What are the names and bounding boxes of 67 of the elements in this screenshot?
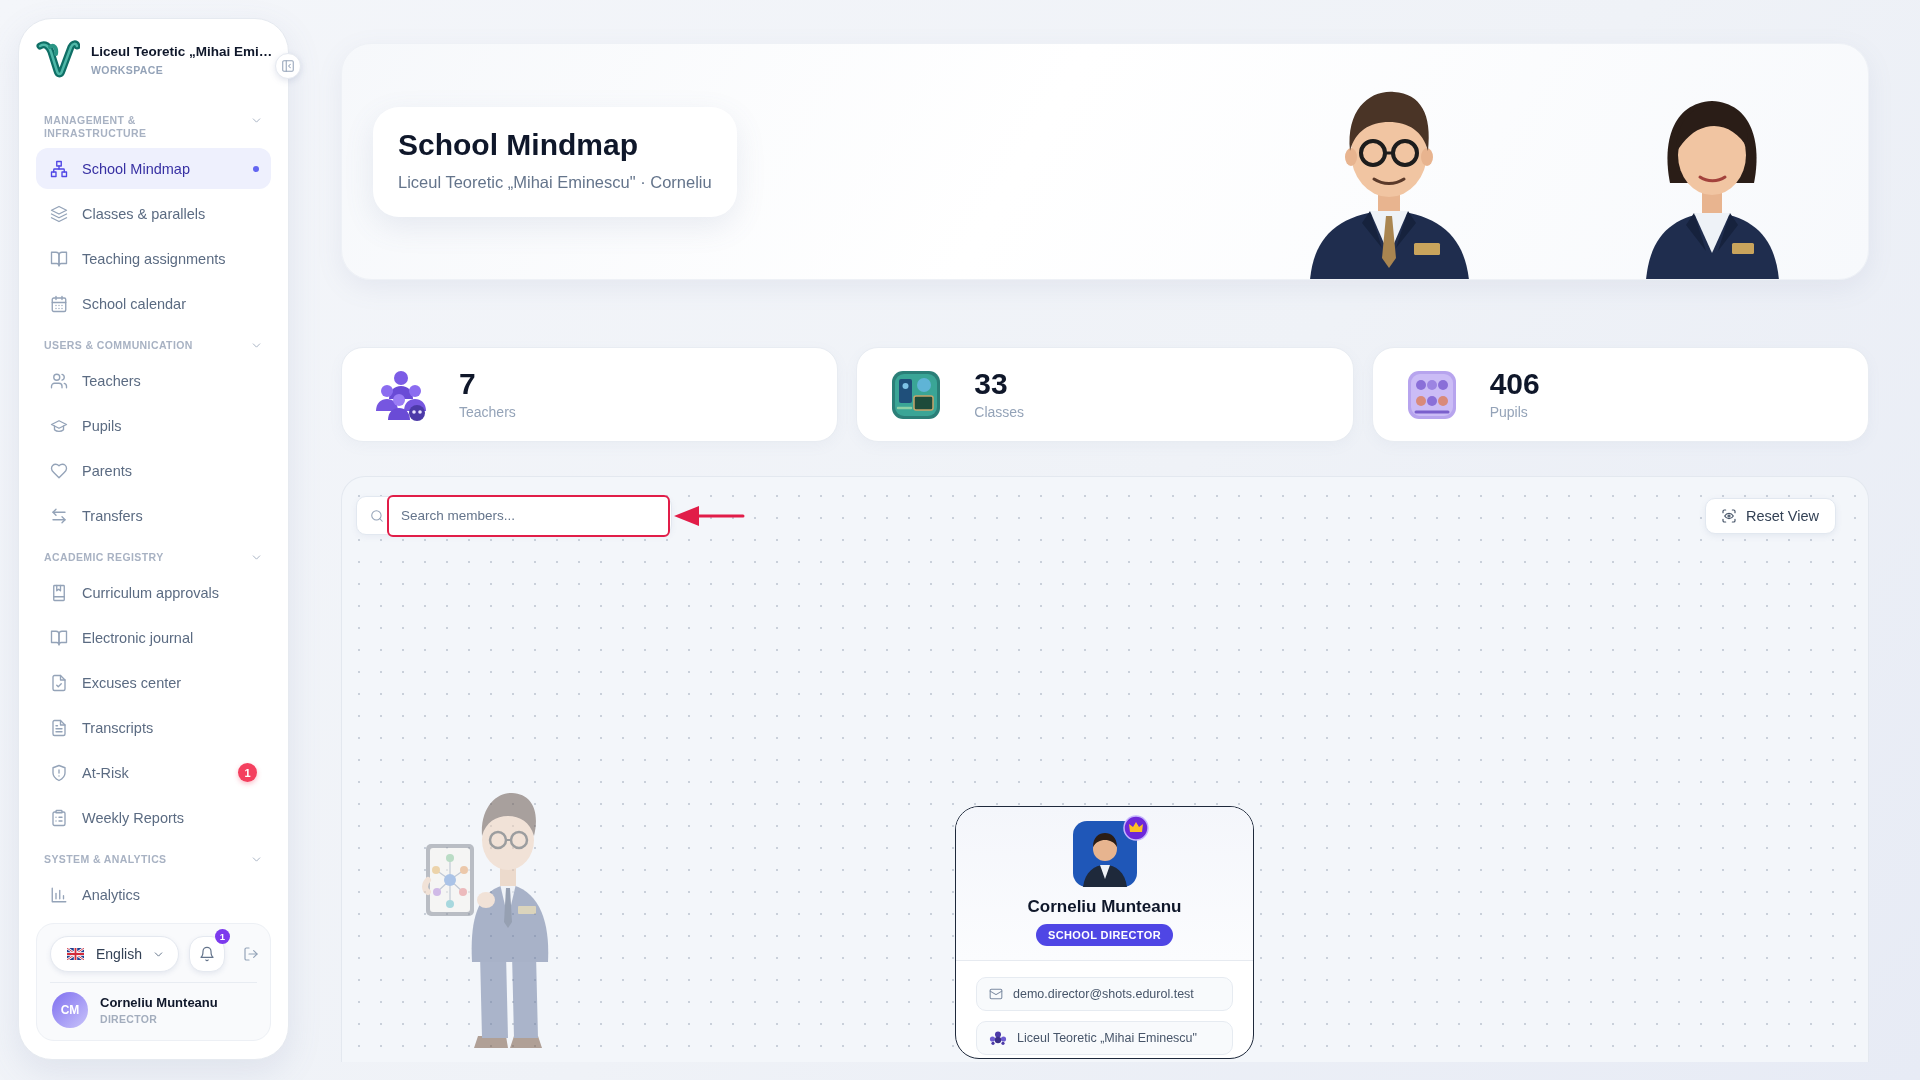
bar-chart-icon — [50, 885, 68, 904]
email-text: demo.director@shots.edurol.test — [1013, 987, 1194, 1001]
heart-icon — [50, 461, 68, 480]
calendar-icon — [50, 294, 68, 313]
layers-icon — [50, 204, 68, 223]
stat-label: Classes — [974, 404, 1025, 421]
nav-item[interactable]: Teachers — [36, 360, 271, 401]
user-role: DIRECTOR — [100, 1013, 159, 1025]
reset-view-button[interactable]: Reset View — [1704, 497, 1836, 534]
open-book-icon — [50, 628, 68, 647]
user-avatar: CM — [52, 992, 88, 1028]
sitemap-icon — [50, 159, 68, 178]
collapse-sidebar-button[interactable] — [275, 53, 301, 79]
flag-icon — [67, 948, 84, 960]
search-icon — [370, 508, 384, 523]
nav-item[interactable]: Pupils — [36, 405, 271, 446]
nav-item[interactable]: Transcripts — [36, 707, 271, 748]
director-card[interactable]: Corneliu Munteanu SCHOOL DIRECTOR demo.director@shots.edurol.test Liceul Teoretic „Mihai Eminescu" — [955, 806, 1254, 1059]
workspace-name: Liceul Teoretic „Mihai Emi… — [91, 42, 273, 60]
nav-item[interactable]: Parents — [36, 450, 271, 491]
stat-label: Teachers — [459, 404, 516, 421]
notifications-button[interactable] — [188, 936, 225, 972]
nav-item[interactable]: School calendar — [36, 283, 271, 324]
director-avatar — [1072, 821, 1137, 887]
nav-item[interactable]: School Mindmap — [36, 148, 271, 189]
search-field[interactable]: Search members... — [387, 494, 670, 537]
language-select[interactable]: English — [50, 936, 179, 972]
panel-left-icon — [281, 59, 295, 73]
bell-icon — [198, 946, 215, 962]
role-badge: SCHOOL DIRECTOR — [1035, 924, 1174, 946]
crown-badge-icon — [1122, 815, 1149, 841]
page-title: School Mindmap — [398, 126, 639, 163]
workspace-label: WORKSPACE — [91, 63, 165, 76]
users-icon — [50, 371, 68, 390]
director-name: Corneliu Munteanu — [1027, 897, 1182, 917]
nav-item[interactable]: Excuses center — [36, 662, 271, 703]
org-cluster-icon — [989, 1031, 1007, 1045]
pointer-arrow — [673, 503, 745, 528]
nav-item[interactable]: Analytics — [36, 874, 271, 915]
scan-eye-icon — [1720, 507, 1737, 524]
stat-value: 7 — [459, 368, 477, 400]
mail-icon — [989, 987, 1003, 1001]
stat-label: Pupils — [1489, 404, 1529, 421]
nav-item[interactable]: At-Risk 1 — [36, 752, 271, 793]
bookmark-book-icon — [50, 583, 68, 602]
ribbon-logo-icon — [36, 39, 80, 79]
notification-badge: 1 — [214, 929, 230, 944]
count-badge: 1 — [238, 763, 257, 782]
school-name: Liceul Teoretic „Mihai Eminescu" — [1017, 1031, 1197, 1045]
nav-item[interactable]: Classes & parallels — [36, 193, 271, 234]
nav-item[interactable]: Teaching assignments — [36, 238, 271, 279]
stat-value: 33 — [974, 368, 1009, 400]
file-check-icon — [50, 673, 68, 692]
nav-item[interactable]: Transfers — [36, 495, 271, 536]
user-name: Corneliu Munteanu — [100, 995, 218, 1010]
logout-icon — [242, 946, 259, 962]
active-dot-icon — [253, 165, 259, 172]
file-text-icon — [50, 718, 68, 737]
page-subtitle: Liceul Teoretic „Mihai Eminescu" · Corneliu — [398, 171, 712, 192]
nav-item[interactable]: Weekly Reports — [36, 797, 271, 838]
nav-item[interactable]: Electronic journal — [36, 617, 271, 658]
stat-value: 406 — [1489, 368, 1540, 400]
shield-alert-icon — [50, 763, 68, 782]
clipboard-list-icon — [50, 808, 68, 827]
open-book-icon — [50, 249, 68, 268]
swap-arrows-icon — [50, 506, 68, 525]
nav-item[interactable]: Curriculum approvals — [36, 572, 271, 613]
